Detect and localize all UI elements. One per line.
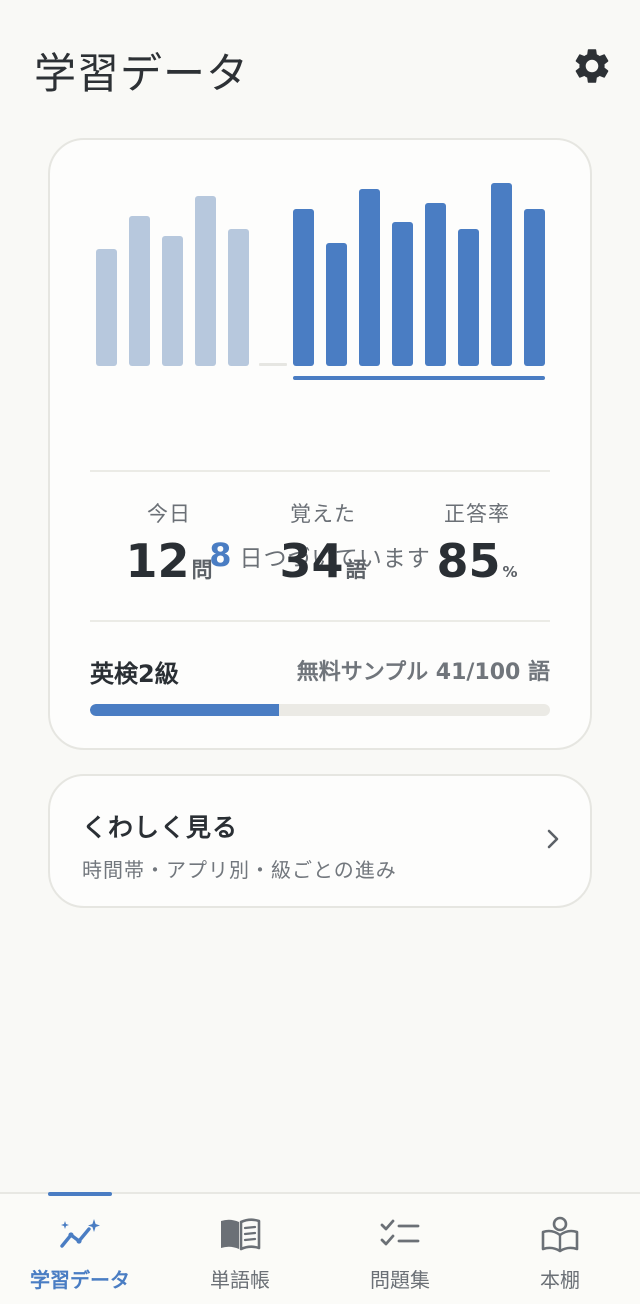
chart-bar-empty [259, 363, 287, 366]
stat-label: 正答率 [444, 502, 510, 526]
tab-learning-data[interactable]: 学習データ [0, 1192, 160, 1304]
chart-bar-streak [425, 203, 446, 366]
stat-unit: 語 [345, 558, 367, 582]
tab-label: 単語帳 [210, 1268, 270, 1292]
stat-value: 34 [279, 534, 344, 588]
study-chart [96, 183, 545, 380]
chart-bar-streak [458, 229, 479, 366]
chart-bar-streak [293, 209, 314, 366]
chart-bar-streak [392, 222, 413, 366]
stat-value: 12 [125, 534, 190, 588]
stat-value: 85 [436, 534, 501, 588]
chart-bar-past [228, 229, 249, 366]
tab-label: 学習データ [30, 1268, 130, 1292]
chart-bar-past [129, 216, 150, 366]
chart-sparkle-icon [58, 1212, 102, 1256]
details-button[interactable]: くわしく見る 時間帯・アプリ別・級ごとの進み [48, 774, 592, 908]
divider [90, 620, 550, 622]
stat-unit: % [502, 563, 518, 581]
chevron-right-icon [547, 829, 559, 849]
tab-label: 本棚 [540, 1268, 580, 1292]
stat-label: 覚えた [290, 502, 356, 526]
chart-bar-past [96, 249, 117, 366]
details-title: くわしく見る [82, 813, 239, 842]
streak-underline [293, 376, 545, 380]
active-tab-indicator [48, 1192, 112, 1196]
details-subtitle: 時間帯・アプリ別・級ごとの進み [82, 858, 397, 882]
settings-button[interactable] [566, 40, 618, 92]
level-progress-bar [90, 704, 550, 716]
stat-unit: 問 [191, 558, 213, 582]
gear-icon [575, 49, 609, 83]
bookshelf-icon [538, 1212, 582, 1256]
chart-bar-streak [524, 209, 545, 366]
chart-bar-past [195, 196, 216, 366]
tab-vocabulary[interactable]: 単語帳 [160, 1194, 320, 1304]
chart-bar-streak [491, 183, 512, 366]
stat-label: 今日 [147, 502, 191, 526]
header: 学習データ [0, 0, 640, 130]
stat-learned: 覚えた 34語 [238, 498, 408, 588]
book-icon [218, 1212, 262, 1256]
tab-bookshelf[interactable]: 本棚 [480, 1194, 640, 1304]
chart-bar-past [162, 236, 183, 366]
tab-bar: 学習データ 単語帳 問題集 本棚 [0, 1192, 640, 1304]
chart-bar-streak [326, 243, 347, 366]
divider [90, 470, 550, 472]
checklist-icon [378, 1212, 422, 1256]
tab-label: 問題集 [370, 1268, 430, 1292]
level-progress-fill [90, 704, 279, 716]
level-progress-text: 無料サンプル 41/100 語 [296, 660, 550, 685]
stat-accuracy: 正答率 85% [392, 498, 562, 588]
tab-problems[interactable]: 問題集 [320, 1194, 480, 1304]
page-title: 学習データ [34, 49, 250, 98]
chart-bar-streak [359, 189, 380, 366]
stats-card: 8 日つづいています 今日 12問 覚えた 34語 正答率 85% 英検2級 無料… [48, 138, 592, 750]
learning-data-screen: 学習データ 8 日つづいています 今日 12問 覚えた 34語 正答率 85 %… [0, 0, 640, 1304]
stat-today: 今日 12問 [84, 498, 254, 588]
level-name: 英検2級 [90, 660, 179, 688]
